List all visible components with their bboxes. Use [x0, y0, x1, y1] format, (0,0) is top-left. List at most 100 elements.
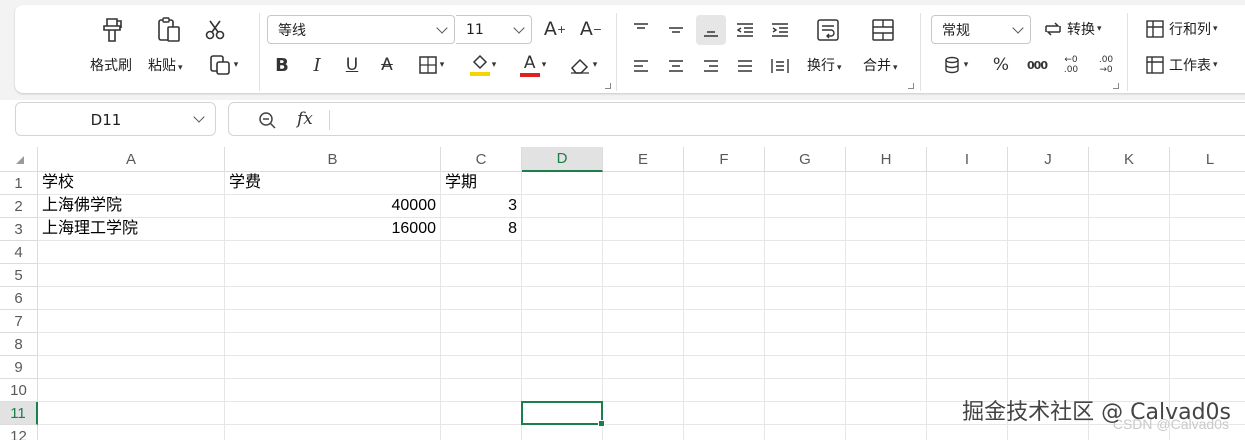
cell-d2[interactable]	[522, 195, 603, 218]
align-middle-icon[interactable]	[663, 17, 689, 43]
cell-i3[interactable]	[927, 218, 1008, 241]
fill-color-button[interactable]: ▾	[462, 51, 504, 79]
decrease-decimal-button[interactable]: .00 →0	[1093, 50, 1119, 80]
cell-e11[interactable]	[603, 402, 684, 425]
cell-c6[interactable]	[441, 287, 522, 310]
cell-c10[interactable]	[441, 379, 522, 402]
border-button[interactable]: ▾	[411, 51, 451, 79]
cell-h9[interactable]	[846, 356, 927, 379]
cell-a12[interactable]	[38, 425, 225, 440]
row-header-9[interactable]: 9	[0, 356, 38, 379]
justify-icon[interactable]	[732, 53, 758, 79]
cell-e4[interactable]	[603, 241, 684, 264]
cell-c5[interactable]	[441, 264, 522, 287]
cell-g8[interactable]	[765, 333, 846, 356]
cell-g2[interactable]	[765, 195, 846, 218]
zoom-search-icon[interactable]	[258, 111, 278, 131]
row-header-8[interactable]: 8	[0, 333, 38, 356]
cell-c1[interactable]: 学期	[441, 172, 522, 195]
cell-k1[interactable]	[1089, 172, 1170, 195]
cell-j6[interactable]	[1008, 287, 1089, 310]
row-header-3[interactable]: 3	[0, 218, 38, 241]
formula-bar[interactable]: fx	[228, 102, 1245, 136]
column-header-i[interactable]: I	[927, 147, 1008, 172]
align-right-icon[interactable]	[698, 53, 724, 79]
row-header-11[interactable]: 11	[0, 402, 38, 425]
cell-d6[interactable]	[522, 287, 603, 310]
percent-button[interactable]: %	[988, 52, 1014, 78]
cell-a7[interactable]	[38, 310, 225, 333]
cell-f6[interactable]	[684, 287, 765, 310]
cell-a8[interactable]	[38, 333, 225, 356]
cell-h1[interactable]	[846, 172, 927, 195]
cell-g1[interactable]	[765, 172, 846, 195]
cell-l4[interactable]	[1170, 241, 1245, 264]
cell-k8[interactable]	[1089, 333, 1170, 356]
insert-function-icon[interactable]: fx	[297, 109, 313, 129]
row-header-4[interactable]: 4	[0, 241, 38, 264]
row-header-5[interactable]: 5	[0, 264, 38, 287]
cell-e5[interactable]	[603, 264, 684, 287]
cell-h3[interactable]	[846, 218, 927, 241]
font-size-select[interactable]: 11	[456, 15, 532, 44]
rows-columns-button[interactable]: 行和列 ▾	[1145, 19, 1218, 39]
alignment-dialog-launcher[interactable]	[908, 83, 914, 89]
cell-e10[interactable]	[603, 379, 684, 402]
copy-button[interactable]: ▾	[203, 52, 243, 78]
cell-a1[interactable]: 学校	[38, 172, 225, 195]
cell-d5[interactable]	[522, 264, 603, 287]
cell-e8[interactable]	[603, 333, 684, 356]
italic-button[interactable]: I	[305, 53, 329, 77]
column-header-k[interactable]: K	[1089, 147, 1170, 172]
column-header-b[interactable]: B	[225, 147, 441, 172]
name-box[interactable]: D11	[15, 102, 216, 136]
bold-button[interactable]: B	[270, 53, 294, 77]
cell-b12[interactable]	[225, 425, 441, 440]
cell-b3[interactable]: 16000	[225, 218, 441, 241]
cell-g9[interactable]	[765, 356, 846, 379]
row-header-6[interactable]: 6	[0, 287, 38, 310]
cell-h11[interactable]	[846, 402, 927, 425]
decrease-indent-icon[interactable]	[732, 17, 758, 43]
cell-j4[interactable]	[1008, 241, 1089, 264]
align-left-icon[interactable]	[628, 53, 654, 79]
cell-b4[interactable]	[225, 241, 441, 264]
cell-b6[interactable]	[225, 287, 441, 310]
convert-button[interactable]: 转换 ▾	[1043, 19, 1102, 39]
merge-cells-icon[interactable]	[860, 13, 906, 47]
cell-k7[interactable]	[1089, 310, 1170, 333]
align-bottom-icon[interactable]	[696, 15, 726, 45]
cell-d9[interactable]	[522, 356, 603, 379]
wrap-text-icon[interactable]	[805, 13, 851, 47]
increase-font-icon[interactable]: A +	[542, 16, 568, 42]
cell-j9[interactable]	[1008, 356, 1089, 379]
cell-d1[interactable]	[522, 172, 603, 195]
underline-button[interactable]: U	[340, 53, 364, 77]
select-all-corner[interactable]	[0, 147, 38, 172]
cell-i6[interactable]	[927, 287, 1008, 310]
increase-indent-icon[interactable]	[767, 17, 793, 43]
cell-h2[interactable]	[846, 195, 927, 218]
column-header-f[interactable]: F	[684, 147, 765, 172]
cell-g7[interactable]	[765, 310, 846, 333]
cell-b8[interactable]	[225, 333, 441, 356]
font-name-select[interactable]: 等线	[267, 15, 455, 44]
cell-h7[interactable]	[846, 310, 927, 333]
cell-f3[interactable]	[684, 218, 765, 241]
column-header-j[interactable]: J	[1008, 147, 1089, 172]
cell-g5[interactable]	[765, 264, 846, 287]
cell-l7[interactable]	[1170, 310, 1245, 333]
cell-b7[interactable]	[225, 310, 441, 333]
row-header-2[interactable]: 2	[0, 195, 38, 218]
cell-b10[interactable]	[225, 379, 441, 402]
cell-e3[interactable]	[603, 218, 684, 241]
cell-l9[interactable]	[1170, 356, 1245, 379]
decrease-font-icon[interactable]: A −	[578, 16, 604, 42]
number-dialog-launcher[interactable]	[1113, 83, 1119, 89]
column-header-h[interactable]: H	[846, 147, 927, 172]
cell-c7[interactable]	[441, 310, 522, 333]
currency-button[interactable]: ▾	[935, 52, 975, 78]
cell-g4[interactable]	[765, 241, 846, 264]
cell-c11[interactable]	[441, 402, 522, 425]
cell-k5[interactable]	[1089, 264, 1170, 287]
